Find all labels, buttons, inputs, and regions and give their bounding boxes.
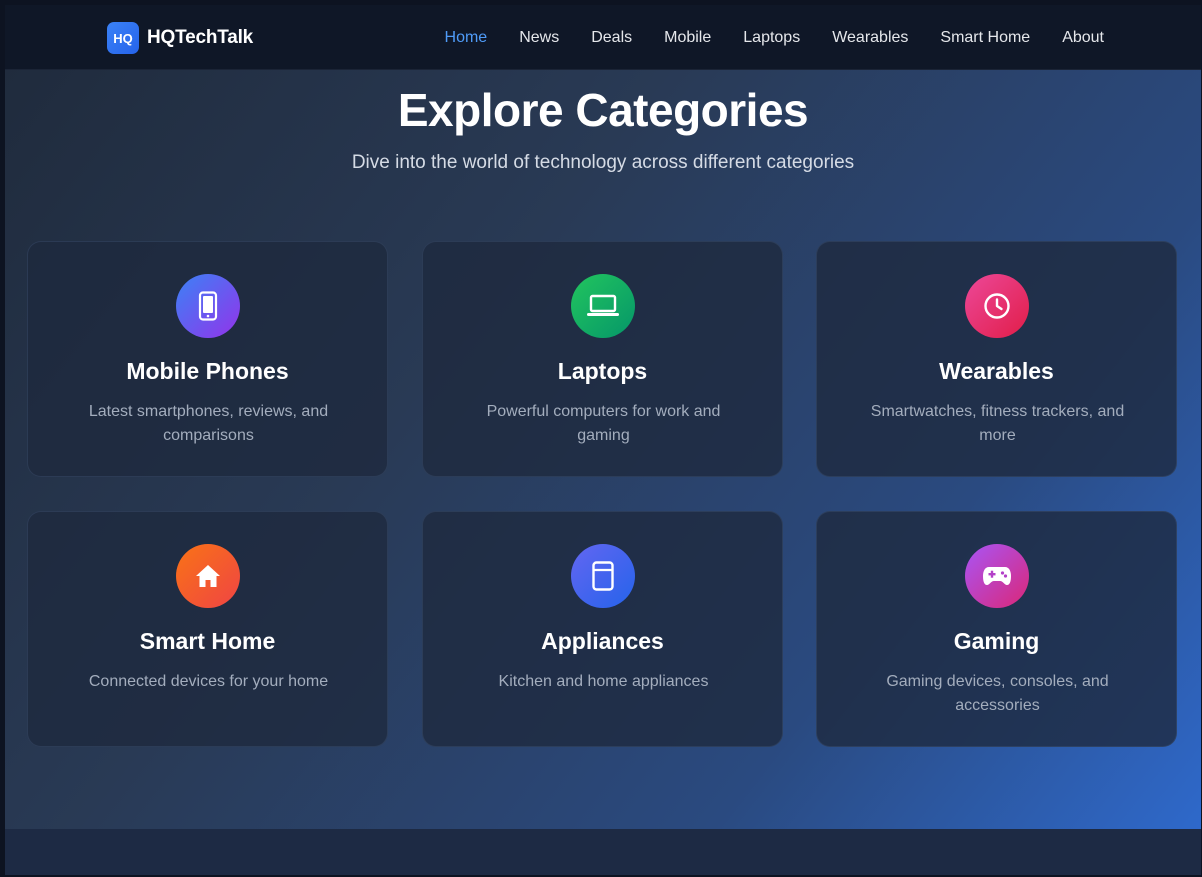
page-title: Explore Categories [397, 84, 809, 136]
nav-link-mobile[interactable]: Mobile [664, 29, 711, 47]
category-title: Appliances [541, 628, 664, 654]
logo-badge: HQ [107, 22, 139, 54]
category-card-smart-home[interactable]: Smart Home Connected devices for your ho… [27, 511, 388, 747]
laptop-icon [571, 274, 635, 338]
category-title: Gaming [953, 628, 1040, 654]
category-title: Wearables [939, 358, 1054, 384]
nav-link-wearables[interactable]: Wearables [832, 29, 908, 47]
nav-link-home[interactable]: Home [445, 29, 488, 47]
category-description: Connected devices for your home [88, 673, 329, 690]
appliance-icon [571, 544, 635, 608]
home-icon [176, 544, 240, 608]
brand-name: HQTechTalk [147, 27, 254, 48]
page-subtitle: Dive into the world of technology across… [351, 152, 855, 173]
category-description: Gaming devices, consoles, and accessorie… [886, 673, 1109, 714]
category-title: Smart Home [139, 628, 276, 654]
category-description: Kitchen and home appliances [498, 673, 709, 690]
category-description: Smartwatches, fitness trackers, and more [870, 403, 1125, 444]
brand-logo[interactable]: HQ HQTechTalk [107, 22, 253, 54]
category-card-laptops[interactable]: Laptops Powerful computers for work and … [422, 241, 783, 477]
footer-strip [5, 829, 1201, 875]
category-description: Powerful computers for work and gaming [486, 403, 721, 444]
category-card-gaming[interactable]: Gaming Gaming devices, consoles, and acc… [816, 511, 1177, 747]
category-title: Laptops [557, 358, 648, 384]
nav-link-news[interactable]: News [519, 29, 559, 47]
clock-icon [965, 274, 1029, 338]
smartphone-icon [176, 274, 240, 338]
category-title: Mobile Phones [126, 358, 289, 384]
gamepad-icon [965, 544, 1029, 608]
browser-viewport: HQ HQTechTalk Home News Deals Mobile Lap… [5, 5, 1201, 875]
nav-links: Home News Deals Mobile Laptops Wearables… [413, 5, 1104, 70]
category-card-wearables[interactable]: Wearables Smartwatches, fitness trackers… [816, 241, 1177, 477]
nav-link-smart-home[interactable]: Smart Home [940, 29, 1030, 47]
category-description: Latest smartphones, reviews, and compari… [88, 403, 329, 444]
nav-link-deals[interactable]: Deals [591, 29, 632, 47]
category-card-mobile-phones[interactable]: Mobile Phones Latest smartphones, review… [27, 241, 388, 477]
nav-link-about[interactable]: About [1062, 29, 1104, 47]
nav-link-laptops[interactable]: Laptops [743, 29, 800, 47]
category-card-appliances[interactable]: Appliances Kitchen and home appliances [422, 511, 783, 747]
top-navbar: HQ HQTechTalk Home News Deals Mobile Lap… [5, 5, 1201, 70]
